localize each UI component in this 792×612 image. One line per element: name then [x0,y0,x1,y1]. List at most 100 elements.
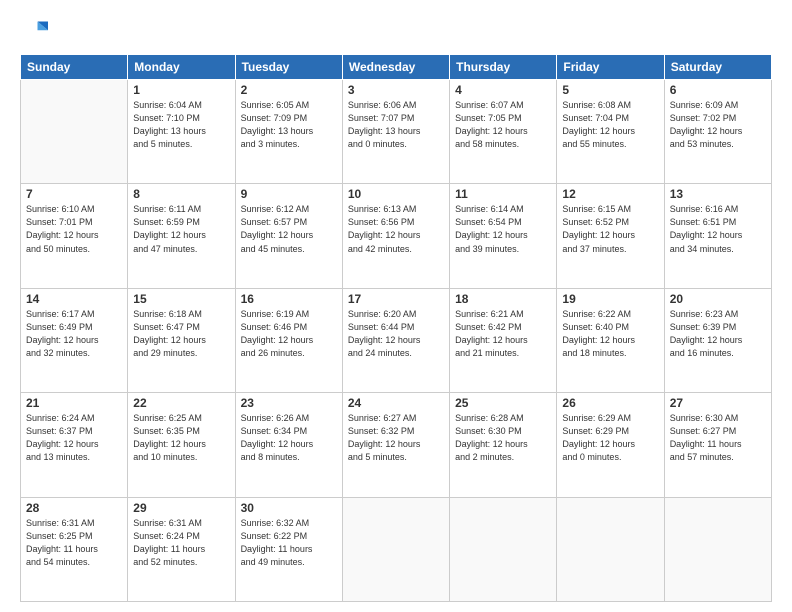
day-number: 20 [670,292,766,306]
day-info: Sunrise: 6:29 AMSunset: 6:29 PMDaylight:… [562,412,658,464]
day-info: Sunrise: 6:16 AMSunset: 6:51 PMDaylight:… [670,203,766,255]
calendar-cell: 4 Sunrise: 6:07 AMSunset: 7:05 PMDaylight… [450,80,557,184]
day-number: 25 [455,396,551,410]
day-info: Sunrise: 6:08 AMSunset: 7:04 PMDaylight:… [562,99,658,151]
day-info: Sunrise: 6:30 AMSunset: 6:27 PMDaylight:… [670,412,766,464]
calendar-cell: 5 Sunrise: 6:08 AMSunset: 7:04 PMDaylight… [557,80,664,184]
day-info: Sunrise: 6:27 AMSunset: 6:32 PMDaylight:… [348,412,444,464]
calendar-cell: 20 Sunrise: 6:23 AMSunset: 6:39 PMDayligh… [664,288,771,392]
col-header-saturday: Saturday [664,55,771,80]
day-info: Sunrise: 6:31 AMSunset: 6:24 PMDaylight:… [133,517,229,569]
calendar-cell: 10 Sunrise: 6:13 AMSunset: 6:56 PMDayligh… [342,184,449,288]
day-number: 10 [348,187,444,201]
day-info: Sunrise: 6:26 AMSunset: 6:34 PMDaylight:… [241,412,337,464]
calendar-cell: 11Sunrise: 6:14 AMSunset: 6:54 PMDayligh… [450,184,557,288]
calendar-cell [557,497,664,601]
col-header-sunday: Sunday [21,55,128,80]
day-info: Sunrise: 6:28 AMSunset: 6:30 PMDaylight:… [455,412,551,464]
day-info: Sunrise: 6:04 AMSunset: 7:10 PMDaylight:… [133,99,229,151]
header [20,18,772,46]
calendar-cell: 18 Sunrise: 6:21 AMSunset: 6:42 PMDayligh… [450,288,557,392]
day-info: Sunrise: 6:20 AMSunset: 6:44 PMDaylight:… [348,308,444,360]
logo-icon [20,18,48,46]
calendar-cell [342,497,449,601]
col-header-thursday: Thursday [450,55,557,80]
day-number: 16 [241,292,337,306]
day-number: 22 [133,396,229,410]
calendar-week-5: 28 Sunrise: 6:31 AMSunset: 6:25 PMDayligh… [21,497,772,601]
calendar-week-3: 14 Sunrise: 6:17 AMSunset: 6:49 PMDayligh… [21,288,772,392]
calendar-week-4: 21 Sunrise: 6:24 AMSunset: 6:37 PMDayligh… [21,393,772,497]
day-number: 12 [562,187,658,201]
calendar-week-1: 1 Sunrise: 6:04 AMSunset: 7:10 PMDaylight… [21,80,772,184]
day-number: 29 [133,501,229,515]
calendar-cell: 6Sunrise: 6:09 AMSunset: 7:02 PMDaylight… [664,80,771,184]
calendar-cell: 29 Sunrise: 6:31 AMSunset: 6:24 PMDayligh… [128,497,235,601]
day-number: 28 [26,501,122,515]
calendar-cell: 30Sunrise: 6:32 AMSunset: 6:22 PMDayligh… [235,497,342,601]
day-number: 14 [26,292,122,306]
logo [20,18,52,46]
calendar-cell: 17 Sunrise: 6:20 AMSunset: 6:44 PMDayligh… [342,288,449,392]
calendar-cell: 21 Sunrise: 6:24 AMSunset: 6:37 PMDayligh… [21,393,128,497]
day-number: 15 [133,292,229,306]
calendar: SundayMondayTuesdayWednesdayThursdayFrid… [20,54,772,602]
day-number: 2 [241,83,337,97]
calendar-cell: 7 Sunrise: 6:10 AMSunset: 7:01 PMDaylight… [21,184,128,288]
calendar-cell [450,497,557,601]
day-number: 30 [241,501,337,515]
day-number: 24 [348,396,444,410]
calendar-cell: 3Sunrise: 6:06 AMSunset: 7:07 PMDaylight… [342,80,449,184]
day-info: Sunrise: 6:31 AMSunset: 6:25 PMDaylight:… [26,517,122,569]
day-info: Sunrise: 6:19 AMSunset: 6:46 PMDaylight:… [241,308,337,360]
day-info: Sunrise: 6:12 AMSunset: 6:57 PMDaylight:… [241,203,337,255]
calendar-cell: 24 Sunrise: 6:27 AMSunset: 6:32 PMDayligh… [342,393,449,497]
day-info: Sunrise: 6:13 AMSunset: 6:56 PMDaylight:… [348,203,444,255]
calendar-cell: 12 Sunrise: 6:15 AMSunset: 6:52 PMDayligh… [557,184,664,288]
day-number: 27 [670,396,766,410]
calendar-header-row: SundayMondayTuesdayWednesdayThursdayFrid… [21,55,772,80]
day-info: Sunrise: 6:21 AMSunset: 6:42 PMDaylight:… [455,308,551,360]
day-number: 6 [670,83,766,97]
day-info: Sunrise: 6:10 AMSunset: 7:01 PMDaylight:… [26,203,122,255]
day-number: 5 [562,83,658,97]
calendar-cell: 28 Sunrise: 6:31 AMSunset: 6:25 PMDayligh… [21,497,128,601]
calendar-cell: 23 Sunrise: 6:26 AMSunset: 6:34 PMDayligh… [235,393,342,497]
calendar-cell [664,497,771,601]
day-number: 7 [26,187,122,201]
day-info: Sunrise: 6:18 AMSunset: 6:47 PMDaylight:… [133,308,229,360]
day-number: 8 [133,187,229,201]
day-number: 13 [670,187,766,201]
day-info: Sunrise: 6:25 AMSunset: 6:35 PMDaylight:… [133,412,229,464]
calendar-cell: 27 Sunrise: 6:30 AMSunset: 6:27 PMDayligh… [664,393,771,497]
day-info: Sunrise: 6:06 AMSunset: 7:07 PMDaylight:… [348,99,444,151]
calendar-cell: 26 Sunrise: 6:29 AMSunset: 6:29 PMDayligh… [557,393,664,497]
day-info: Sunrise: 6:14 AMSunset: 6:54 PMDaylight:… [455,203,551,255]
day-info: Sunrise: 6:23 AMSunset: 6:39 PMDaylight:… [670,308,766,360]
day-info: Sunrise: 6:07 AMSunset: 7:05 PMDaylight:… [455,99,551,151]
calendar-week-2: 7 Sunrise: 6:10 AMSunset: 7:01 PMDaylight… [21,184,772,288]
calendar-cell: 14 Sunrise: 6:17 AMSunset: 6:49 PMDayligh… [21,288,128,392]
calendar-cell: 1 Sunrise: 6:04 AMSunset: 7:10 PMDaylight… [128,80,235,184]
day-number: 9 [241,187,337,201]
day-info: Sunrise: 6:22 AMSunset: 6:40 PMDaylight:… [562,308,658,360]
day-number: 21 [26,396,122,410]
day-number: 1 [133,83,229,97]
calendar-cell: 19Sunrise: 6:22 AMSunset: 6:40 PMDayligh… [557,288,664,392]
calendar-cell [21,80,128,184]
day-number: 26 [562,396,658,410]
day-number: 18 [455,292,551,306]
calendar-cell: 25 Sunrise: 6:28 AMSunset: 6:30 PMDayligh… [450,393,557,497]
day-number: 4 [455,83,551,97]
day-number: 17 [348,292,444,306]
day-info: Sunrise: 6:24 AMSunset: 6:37 PMDaylight:… [26,412,122,464]
calendar-cell: 22 Sunrise: 6:25 AMSunset: 6:35 PMDayligh… [128,393,235,497]
day-info: Sunrise: 6:11 AMSunset: 6:59 PMDaylight:… [133,203,229,255]
col-header-wednesday: Wednesday [342,55,449,80]
day-info: Sunrise: 6:05 AMSunset: 7:09 PMDaylight:… [241,99,337,151]
day-info: Sunrise: 6:15 AMSunset: 6:52 PMDaylight:… [562,203,658,255]
calendar-cell: 8 Sunrise: 6:11 AMSunset: 6:59 PMDaylight… [128,184,235,288]
day-number: 23 [241,396,337,410]
day-info: Sunrise: 6:17 AMSunset: 6:49 PMDaylight:… [26,308,122,360]
calendar-cell: 15 Sunrise: 6:18 AMSunset: 6:47 PMDayligh… [128,288,235,392]
